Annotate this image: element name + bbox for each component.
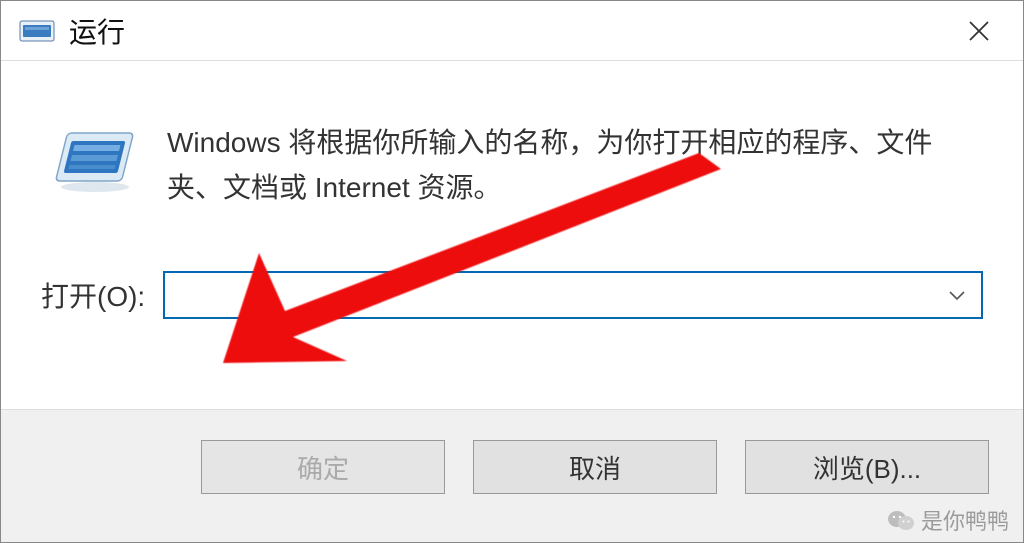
button-bar: 确定 取消 浏览(B)... <box>1 409 1023 542</box>
dialog-body: Windows 将根据你所输入的名称，为你打开相应的程序、文件夹、文档或 Int… <box>1 61 1023 409</box>
chevron-down-icon[interactable] <box>945 283 969 307</box>
run-program-icon <box>51 127 137 193</box>
close-button[interactable] <box>955 7 1003 55</box>
cancel-button[interactable]: 取消 <box>473 440 717 494</box>
cancel-button-label: 取消 <box>569 449 621 486</box>
ok-button-label: 确定 <box>297 449 349 486</box>
browse-button-label: 浏览(B)... <box>813 449 921 486</box>
watermark: 是你鸭鸭 <box>887 504 1009 536</box>
titlebar: 运行 <box>1 1 1023 61</box>
ok-button[interactable]: 确定 <box>201 440 445 494</box>
run-titlebar-icon <box>19 18 55 44</box>
open-combobox[interactable] <box>163 271 983 319</box>
run-dialog: 运行 Window <box>0 0 1024 543</box>
open-row: 打开(O): <box>41 271 983 319</box>
dialog-title: 运行 <box>69 11 955 51</box>
watermark-text: 是你鸭鸭 <box>921 504 1009 536</box>
close-icon <box>968 20 990 42</box>
browse-button[interactable]: 浏览(B)... <box>745 440 989 494</box>
description-row: Windows 将根据你所输入的名称，为你打开相应的程序、文件夹、文档或 Int… <box>41 121 983 211</box>
wechat-icon <box>887 509 915 531</box>
open-label: 打开(O): <box>41 275 145 315</box>
open-input[interactable] <box>177 273 945 317</box>
description-text: Windows 将根据你所输入的名称，为你打开相应的程序、文件夹、文档或 Int… <box>167 121 983 211</box>
